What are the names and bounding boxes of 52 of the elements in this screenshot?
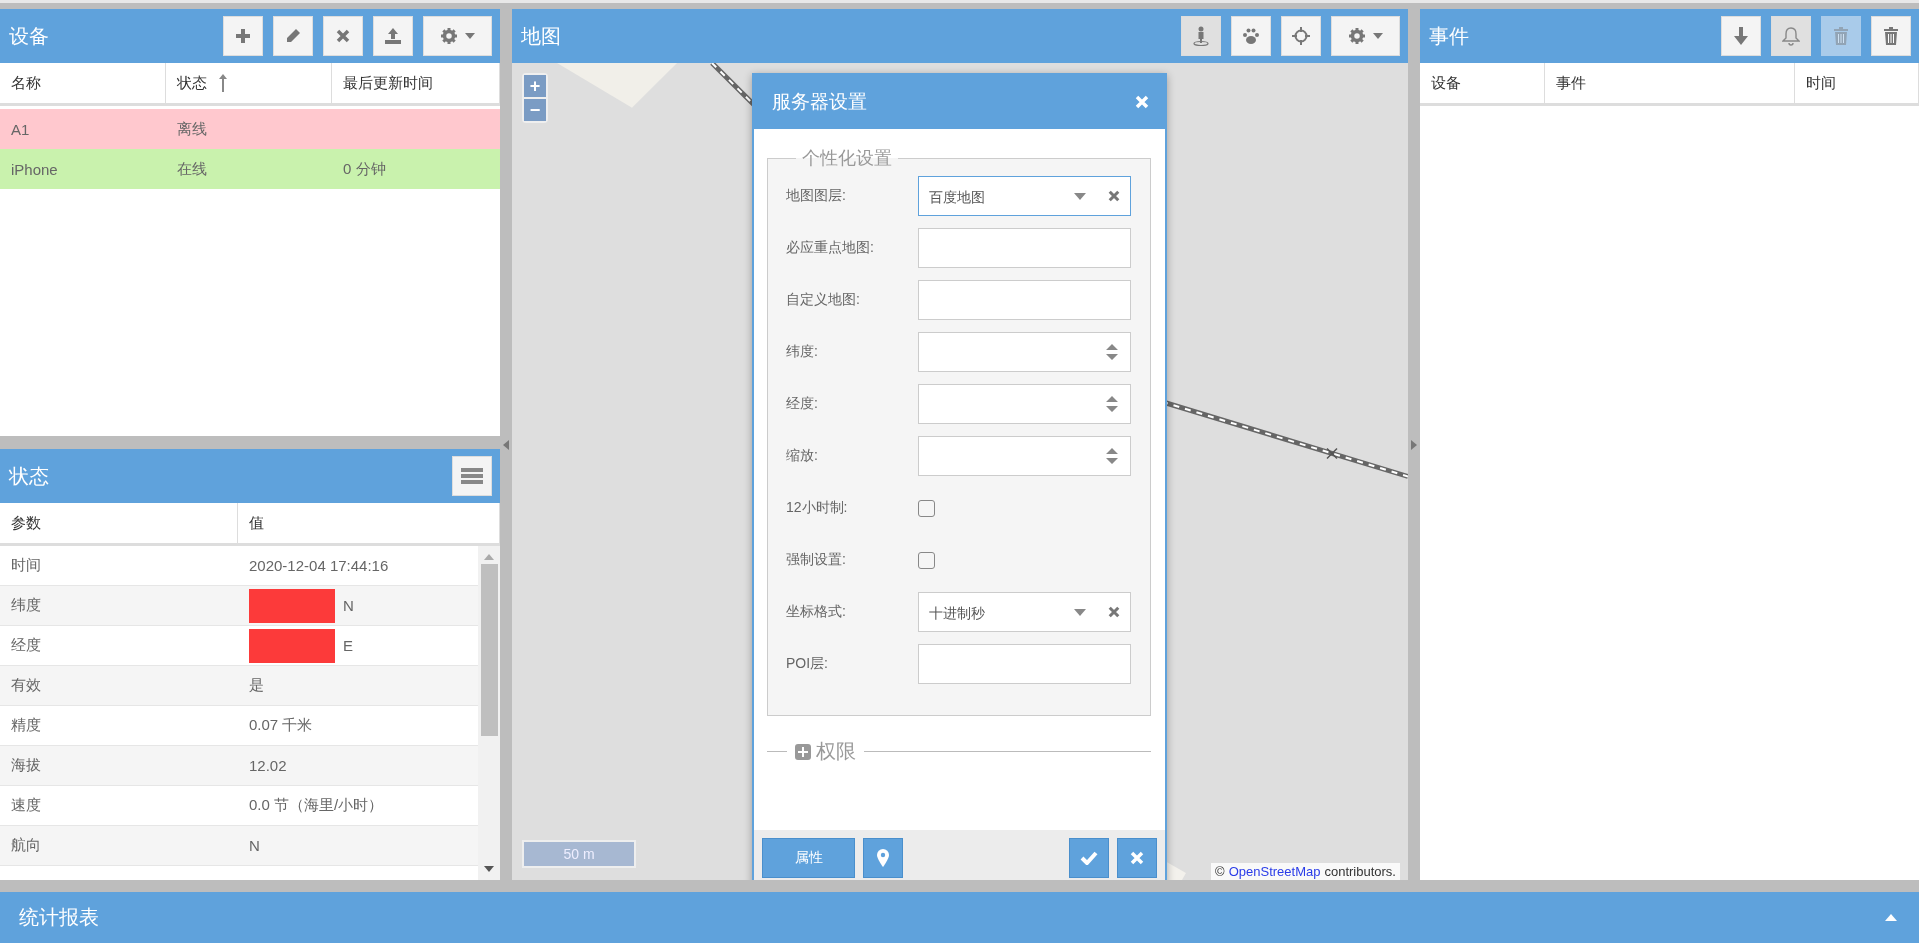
table-cell-text: 时间 — [10, 556, 42, 575]
column-header[interactable]: 参数 — [0, 503, 238, 543]
panel-title: 统计报表 — [19, 905, 100, 930]
table-cell-text: 有效 — [10, 676, 42, 695]
field-label: 缩放: — [786, 447, 819, 465]
column-header[interactable]: 时间 — [1795, 63, 1919, 103]
table-cell-text: 经度 — [10, 636, 42, 655]
table-cell: N — [238, 588, 478, 623]
table-cell-text: 离线 — [176, 119, 208, 139]
panel-title: 地图 — [521, 23, 562, 49]
table-cell-text: 0 分钟 — [342, 159, 387, 179]
osm-link[interactable]: OpenStreetMap — [1228, 864, 1321, 879]
table-cell-text: A1 — [10, 120, 31, 138]
panel-title: 状态 — [9, 463, 50, 489]
table-cell-text: 在线 — [176, 159, 208, 179]
table-cell-text: iPhone — [10, 160, 59, 178]
column-header[interactable]: 状态 — [166, 63, 332, 103]
panel-title: 事件 — [1429, 23, 1470, 49]
field-label: 纬度: — [786, 343, 819, 361]
field-label: 12小时制: — [786, 499, 849, 517]
attribution-text: © — [1215, 864, 1225, 879]
table-cell-text: 精度 — [10, 716, 42, 735]
select-field[interactable]: 十进制秒 — [918, 592, 1131, 632]
table-cell-text: N — [248, 837, 261, 854]
table-cell-text: 纬度 — [10, 596, 42, 615]
device-row[interactable]: iPhone 在线 0 分钟 — [0, 149, 500, 189]
field-label: 自定义地图: — [786, 291, 861, 309]
field-label: 经度: — [786, 395, 819, 413]
field-label: POI层: — [786, 655, 829, 673]
table-cell-text: 12.02 — [248, 757, 288, 774]
attribution-text: contributors. — [1324, 864, 1396, 879]
select-field[interactable]: 百度地图 — [918, 176, 1131, 216]
table-cell-text: 速度 — [10, 796, 42, 815]
column-header[interactable]: 事件 — [1545, 63, 1795, 103]
field-label: 强制设置: — [786, 551, 847, 569]
device-row[interactable]: A1 离线 — [0, 109, 500, 149]
table-cell-text: 海拔 — [10, 756, 42, 775]
field-label: 坐标格式: — [786, 603, 847, 621]
table-cell-text: 是 — [248, 676, 265, 695]
scale-bar: 50 m — [522, 840, 636, 868]
dialog-title: 服务器设置 — [772, 90, 868, 114]
table-cell: E — [238, 628, 478, 663]
table-cell-text: 2020-12-04 17:44:16 — [248, 557, 390, 574]
column-header[interactable]: 名称 — [0, 63, 166, 103]
table-cell-text: 0.07 千米 — [248, 716, 314, 735]
section-legend: 个性化设置 — [796, 146, 898, 170]
field-label: 地图图层: — [786, 187, 847, 205]
field-label: 必应重点地图: — [786, 239, 875, 257]
table-cell-text: 0.0 节（海里/小时） — [248, 796, 385, 815]
table-cell-text: 航向 — [10, 836, 42, 855]
column-header[interactable]: 设备 — [1420, 63, 1545, 103]
panel-title: 设备 — [9, 23, 50, 49]
